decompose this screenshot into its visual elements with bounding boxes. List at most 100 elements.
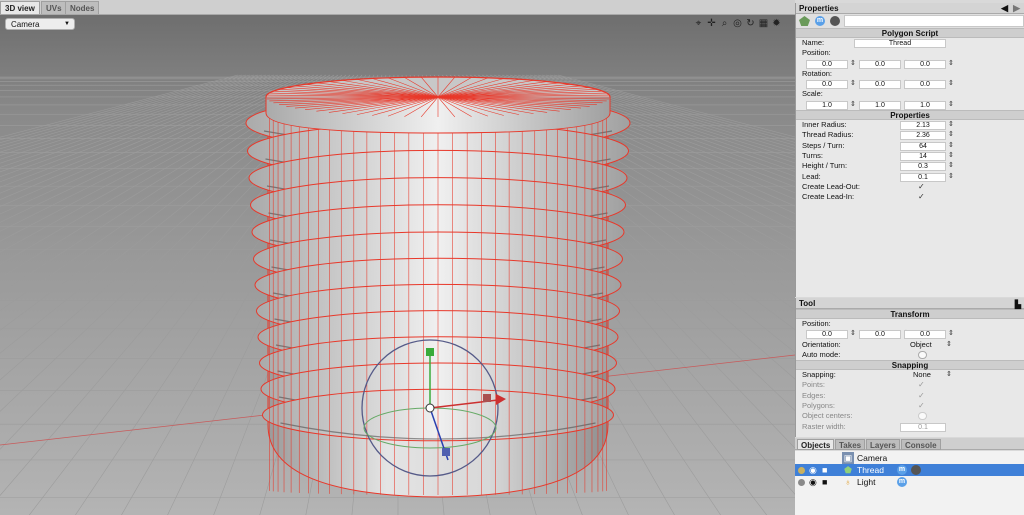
layout-icon[interactable]: ▦ — [758, 18, 769, 30]
material-ball-icon[interactable] — [911, 465, 921, 475]
settings-icon[interactable]: ✹ — [771, 18, 782, 30]
material-ball-icon[interactable] — [830, 16, 840, 26]
object-centers-row: Object centers: — [796, 411, 1024, 421]
rotation-x-field[interactable]: 0.0 — [806, 80, 848, 90]
stepper-icon[interactable]: ⇕ — [948, 151, 954, 161]
edges-checkbox[interactable]: ✓ — [918, 391, 926, 400]
stepper-icon[interactable]: ⇕ — [948, 100, 954, 110]
auto-mode-toggle[interactable] — [918, 350, 927, 359]
object-centers-checkbox[interactable] — [918, 412, 927, 421]
stepper-icon[interactable]: ⇕ — [850, 100, 856, 110]
back-arrow-icon[interactable]: ◀ — [1001, 3, 1008, 14]
material-tag-icon[interactable]: m — [897, 465, 907, 475]
inner-radius-field[interactable]: 2.13 — [900, 121, 946, 131]
tab-takes[interactable]: Takes — [835, 439, 866, 450]
raster-row: Raster width: 0.1 — [796, 422, 1024, 432]
turns-field[interactable]: 14 — [900, 151, 946, 161]
visibility-dot-icon[interactable] — [798, 479, 805, 486]
orientation-row: Orientation: Object ⇕ — [796, 340, 1024, 350]
stepper-icon[interactable]: ⇕ — [850, 79, 856, 89]
rotate-icon[interactable]: ↻ — [745, 18, 756, 30]
material-tag-icon[interactable]: m — [815, 16, 825, 26]
rotation-y-field[interactable]: 0.0 — [859, 80, 901, 90]
stepper-icon[interactable]: ⇕ — [850, 59, 856, 69]
viewport-3d[interactable]: Camera ▼ ⌖ ✛ ⌕ ◎ ↻ ▦ ✹ — [0, 15, 795, 515]
tab-3d-view[interactable]: 3D view — [0, 1, 40, 14]
material-tag-icon[interactable]: m — [897, 477, 907, 487]
tool-position-label-row: Position: — [796, 319, 1024, 329]
stepper-icon[interactable]: ⇕ — [948, 59, 954, 69]
tab-uvs[interactable]: UVs — [41, 1, 67, 14]
camera-render-icon[interactable]: ■ — [822, 464, 827, 476]
forward-arrow-icon[interactable]: ▶ — [1013, 3, 1020, 14]
visibility-dot-icon[interactable] — [798, 467, 805, 474]
position-z-field[interactable]: 0.0 — [904, 59, 946, 69]
stepper-icon[interactable]: ⇕ — [948, 120, 954, 130]
tool-position-z-field[interactable]: 0.0 — [904, 330, 946, 340]
camera-render-icon[interactable]: ■ — [822, 476, 827, 488]
polygons-checkbox[interactable]: ✓ — [918, 402, 926, 410]
raster-field[interactable]: 0.1 — [900, 422, 946, 432]
scale-x-field[interactable]: 1.0 — [806, 100, 848, 110]
camera-select[interactable]: Camera ▼ — [5, 18, 75, 30]
list-item-light[interactable]: ◉ ■ ♁ Light m — [795, 476, 1024, 488]
objects-tab-bar: Objects Takes Layers Console — [795, 438, 1024, 450]
select-arrows-icon[interactable]: ⇕ — [946, 370, 952, 380]
eye-icon[interactable]: ◉ — [809, 464, 817, 476]
select-arrows-icon[interactable]: ⇕ — [946, 340, 952, 350]
viewport-toolbar: ⌖ ✛ ⌕ ◎ ↻ ▦ ✹ — [693, 18, 782, 32]
orientation-select[interactable]: Object — [910, 340, 932, 350]
crosshair-icon[interactable]: ⌖ — [693, 18, 704, 30]
steps-turn-field[interactable]: 64 — [900, 141, 946, 151]
eye-icon[interactable]: ◉ — [809, 476, 817, 488]
stepper-icon[interactable]: ⇕ — [948, 141, 954, 151]
lead-field[interactable]: 0.1 — [900, 172, 946, 182]
transform-header: Transform — [796, 309, 1024, 319]
zoom-icon[interactable]: ⌕ — [719, 18, 730, 30]
object-icon[interactable] — [799, 16, 810, 26]
points-row: Points: ✓ — [796, 380, 1024, 390]
tool-position-x-field[interactable]: 0.0 — [806, 330, 848, 340]
lead-in-checkbox[interactable]: ✓ — [918, 193, 926, 201]
position-y-field[interactable]: 0.0 — [859, 59, 901, 69]
stepper-icon[interactable]: ⇕ — [948, 161, 954, 171]
properties-panel: Properties ◀ ▶ m Polygon Script Name: Th… — [795, 3, 1024, 297]
stepper-icon[interactable]: ⇕ — [850, 329, 856, 339]
scene-canvas[interactable] — [0, 15, 795, 515]
ruler-icon[interactable]: ▙ — [1015, 299, 1021, 310]
stepper-icon[interactable]: ⇕ — [948, 130, 954, 140]
thread-mesh[interactable] — [245, 76, 631, 498]
stepper-icon[interactable]: ⇕ — [948, 172, 954, 182]
rotation-z-field[interactable]: 0.0 — [904, 80, 946, 90]
tab-console[interactable]: Console — [901, 439, 941, 450]
points-checkbox[interactable]: ✓ — [918, 381, 926, 389]
stepper-icon[interactable]: ⇕ — [948, 79, 954, 89]
tool-position-y-field[interactable]: 0.0 — [859, 330, 901, 340]
position-x-field[interactable]: 0.0 — [806, 59, 848, 69]
inner-radius-label: Inner Radius: — [802, 120, 847, 130]
tag-field[interactable] — [844, 15, 1024, 27]
snapping-select[interactable]: None — [913, 370, 931, 380]
thread-radius-field[interactable]: 2.36 — [900, 131, 946, 141]
lead-out-checkbox[interactable]: ✓ — [918, 182, 926, 191]
focus-icon[interactable]: ◎ — [732, 18, 743, 30]
tab-nodes[interactable]: Nodes — [65, 1, 100, 14]
tab-layers[interactable]: Layers — [866, 439, 900, 450]
scale-z-field[interactable]: 1.0 — [904, 100, 946, 110]
z-axis-handle — [442, 448, 450, 456]
move-icon[interactable]: ✛ — [706, 18, 717, 30]
name-row: Name: Thread — [796, 38, 1024, 48]
tool-title: Tool ▙ — [796, 298, 1024, 309]
tab-objects[interactable]: Objects — [797, 439, 835, 450]
light-object-icon: ♁ — [844, 477, 852, 487]
height-turn-field[interactable]: 0.3 — [900, 162, 946, 172]
scale-y-field[interactable]: 1.0 — [859, 100, 901, 110]
turns-row: Turns: 14 ⇕ — [796, 151, 1024, 161]
stepper-icon[interactable]: ⇕ — [948, 329, 954, 339]
properties-tag-bar: m — [796, 14, 1024, 28]
list-item-camera[interactable]: ▣ Camera — [795, 452, 1024, 464]
edges-row: Edges: ✓ — [796, 391, 1024, 401]
snapping-row: Snapping: None ⇕ — [796, 370, 1024, 380]
name-field[interactable]: Thread — [854, 39, 946, 48]
list-item-thread[interactable]: ◉ ■ ⬟ Thread m — [795, 464, 1024, 476]
